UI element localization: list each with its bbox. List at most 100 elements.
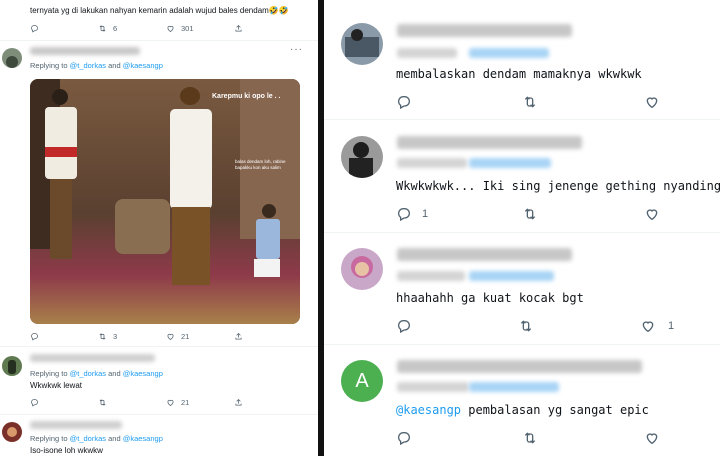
like-count: 301: [181, 24, 194, 33]
reply-text: hhaahahh ga kuat kocak bgt: [396, 291, 584, 305]
reply-button[interactable]: [30, 332, 98, 341]
reply-actions: [396, 94, 660, 110]
replying-prefix: Replying to: [30, 61, 68, 70]
retweet-icon: [99, 333, 106, 340]
like-button[interactable]: [644, 94, 660, 110]
retweet-button[interactable]: 6: [98, 24, 166, 33]
mention-link[interactable]: @t_dorkas: [70, 369, 106, 378]
blurred-username: [397, 136, 582, 149]
replying-to: Replying to @t_dorkas and @kaesangp: [30, 61, 163, 70]
reply-icon: [31, 25, 38, 33]
mention-link[interactable]: @t_dorkas: [70, 434, 106, 443]
reply-count: 1: [422, 208, 429, 220]
reply-icon: [398, 432, 410, 446]
retweet-button[interactable]: [98, 398, 166, 407]
avatar[interactable]: [341, 23, 383, 65]
like-button[interactable]: 1: [640, 318, 674, 334]
reply-icon: [398, 320, 410, 334]
avatar-letter: A: [355, 369, 369, 392]
like-button[interactable]: [644, 206, 660, 222]
retweet-button[interactable]: 3: [98, 332, 166, 341]
reply-text: Wkwkwkwk... Iki sing jenenge gething nya…: [396, 179, 720, 193]
like-icon: [646, 433, 658, 445]
reply-actions: 1: [396, 318, 674, 334]
like-button[interactable]: 301: [166, 24, 234, 33]
like-button[interactable]: [644, 430, 660, 446]
divider: [324, 344, 720, 345]
like-icon: [167, 25, 174, 32]
divider: [0, 40, 318, 41]
divider: [324, 119, 720, 120]
avatar[interactable]: [2, 356, 22, 376]
reply-button[interactable]: 1: [396, 206, 522, 222]
like-icon: [646, 209, 658, 221]
left-panel: ternyata yg di lakukan nahyan kemarin ad…: [0, 0, 318, 456]
blurred-mention: [469, 382, 559, 392]
reply-text: membalaskan dendam mamaknya wkwkwk: [396, 67, 642, 81]
retweet-button[interactable]: [522, 430, 644, 446]
reply-button[interactable]: [396, 430, 522, 446]
reply-button[interactable]: [30, 24, 98, 33]
replying-prefix: Replying to: [30, 369, 68, 378]
blurred-username: [30, 47, 140, 55]
replying-joiner: and: [108, 434, 121, 443]
reply-icon: [31, 333, 38, 341]
reply-button[interactable]: [396, 318, 518, 334]
like-button[interactable]: 21: [166, 332, 234, 341]
more-icon[interactable]: ···: [290, 44, 303, 55]
blurred-username: [397, 24, 572, 37]
like-icon: [646, 97, 658, 109]
blurred-mention: [469, 48, 549, 58]
blurred-replying: [397, 382, 469, 392]
lewat-tweet-actions: 21: [30, 398, 302, 407]
blurred-replying: [397, 271, 465, 281]
mention-link[interactable]: @kaesangp: [123, 434, 163, 443]
avatar[interactable]: [341, 136, 383, 178]
retweet-button[interactable]: [522, 94, 644, 110]
like-icon: [167, 333, 174, 340]
like-icon: [167, 399, 174, 406]
retweet-icon: [520, 320, 532, 332]
mention-link[interactable]: @kaesangp: [123, 61, 163, 70]
share-button[interactable]: [234, 398, 302, 407]
blurred-replying: [397, 48, 457, 58]
retweet-icon: [524, 208, 536, 220]
share-button[interactable]: [234, 332, 302, 341]
divider: [0, 414, 318, 415]
retweet-icon: [99, 25, 106, 32]
share-icon: [235, 24, 242, 32]
reply-button[interactable]: [396, 94, 522, 110]
reply-text: @kaesangp pembalasan yg sangat epic: [396, 403, 649, 417]
reply-actions: [396, 430, 660, 446]
photo-tweet-actions: 3 21: [30, 332, 302, 341]
like-count: 21: [181, 398, 190, 407]
retweet-button[interactable]: [522, 206, 644, 222]
blurred-mention: [469, 158, 551, 168]
avatar[interactable]: [341, 248, 383, 290]
photo-caption-small: balas dendam loh, rabine bapakku kon aku…: [235, 159, 286, 170]
avatar[interactable]: A: [341, 360, 383, 402]
avatar[interactable]: [2, 48, 22, 68]
replying-joiner: and: [108, 61, 121, 70]
mention-link[interactable]: @kaesangp: [396, 403, 461, 417]
blurred-username: [30, 421, 122, 429]
retweet-icon: [524, 432, 536, 444]
reply-body: pembalasan yg sangat epic: [461, 403, 649, 417]
blurred-username: [397, 360, 642, 373]
retweet-button[interactable]: [518, 318, 640, 334]
mention-link[interactable]: @t_dorkas: [70, 61, 106, 70]
blurred-replying: [397, 158, 467, 168]
like-button[interactable]: 21: [166, 398, 234, 407]
reply-button[interactable]: [30, 398, 98, 407]
mention-link[interactable]: @kaesangp: [123, 369, 163, 378]
retweet-count: 3: [113, 332, 118, 341]
photo-caption: Karepmu ki opo le . .: [212, 93, 281, 100]
share-icon: [235, 332, 242, 340]
reply-icon: [398, 96, 410, 110]
avatar[interactable]: [2, 422, 22, 442]
tweet-photo[interactable]: Karepmu ki opo le . . balas dendam loh, …: [30, 79, 300, 324]
share-button[interactable]: [234, 24, 302, 33]
reply-icon: [31, 399, 38, 407]
like-count: 1: [668, 320, 675, 332]
top-tweet-actions: 6 301: [30, 24, 302, 33]
